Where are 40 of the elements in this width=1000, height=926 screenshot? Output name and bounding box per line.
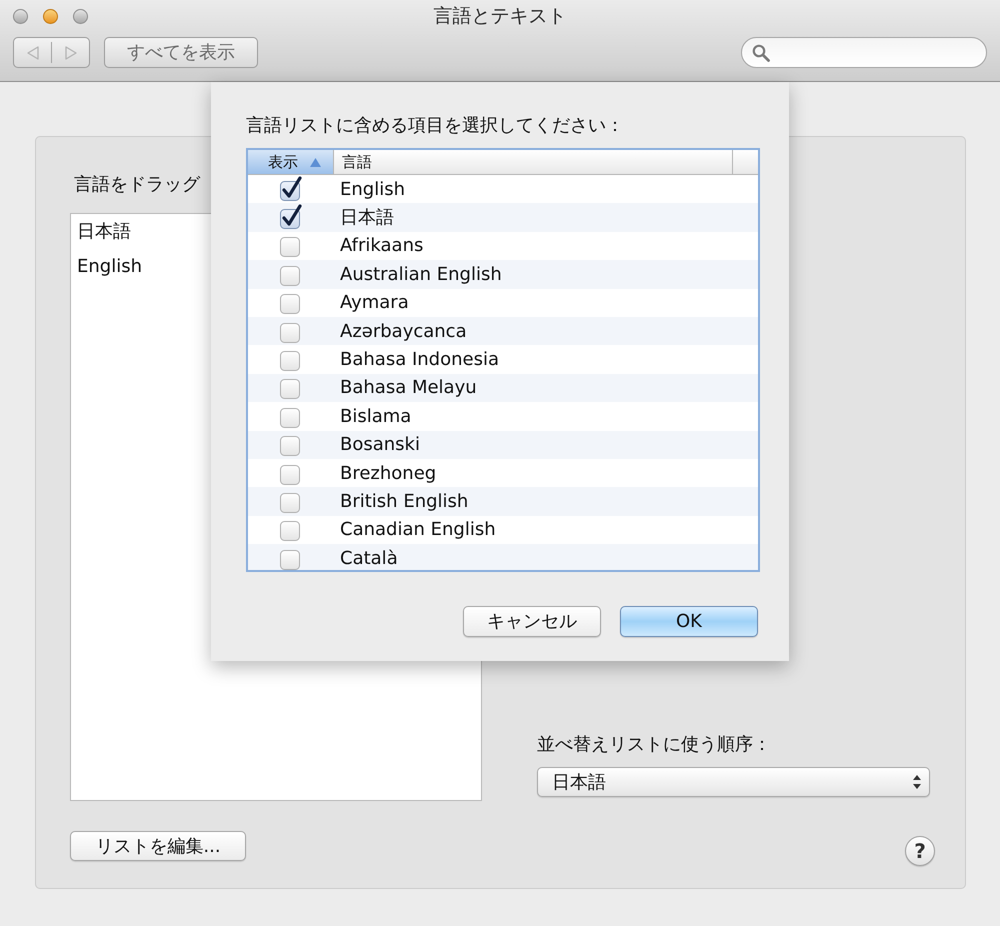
sort-order-popup[interactable]: 日本語 [537, 767, 930, 797]
drag-instruction-label: 言語をドラッグ [74, 173, 200, 197]
minimize-button[interactable] [43, 8, 58, 24]
cancel-button[interactable]: キャンセル [463, 606, 601, 637]
column-header[interactable]: 言語 [334, 150, 733, 174]
language-name: Català [339, 546, 398, 570]
language-list-item[interactable]: 日本語 [77, 218, 131, 245]
language-name: English [339, 178, 405, 202]
popup-value: 日本語 [552, 770, 607, 794]
ok-button[interactable]: OK [620, 606, 758, 637]
language-name: Aymara [339, 291, 409, 316]
window-title: 言語とテキスト [434, 4, 566, 29]
language-name: Bahasa Indonesia [339, 348, 499, 372]
sort-order-label: 並べ替えリストに使う順序： [537, 733, 771, 757]
show-all-button[interactable]: すべてを表示 [104, 37, 258, 68]
language-name: Australian English [339, 262, 502, 287]
language-list-item[interactable]: English [77, 253, 142, 280]
language-name: Bosanski [339, 433, 420, 458]
triangle-right-icon [64, 46, 76, 60]
language-name: Brezhoneg [339, 462, 436, 486]
language-name: Canadian English [339, 518, 496, 542]
language-name: Azərbaycanca [339, 320, 467, 344]
triangle-left-icon [26, 46, 38, 60]
column-header[interactable]: 表示 [248, 150, 334, 174]
language-name: British English [339, 490, 468, 514]
language-name: Bislama [339, 404, 412, 429]
edit-list-button[interactable]: リストを編集... [70, 831, 246, 861]
language-name: Afrikaans [339, 234, 424, 258]
language-name: 日本語 [339, 206, 394, 230]
checkbox[interactable] [280, 176, 302, 201]
search-icon [752, 44, 770, 62]
language-name: Bahasa Melayu [339, 376, 477, 400]
help-button[interactable]: ? [905, 836, 935, 866]
close-button[interactable] [13, 8, 28, 24]
search-field[interactable] [741, 37, 987, 68]
sort-ascending-icon [310, 158, 321, 166]
sheet-prompt: 言語リストに含める項目を選択してください： [246, 114, 624, 138]
zoom-button[interactable] [73, 8, 88, 24]
checkbox[interactable] [280, 204, 302, 230]
up-down-arrows-icon [913, 775, 921, 789]
